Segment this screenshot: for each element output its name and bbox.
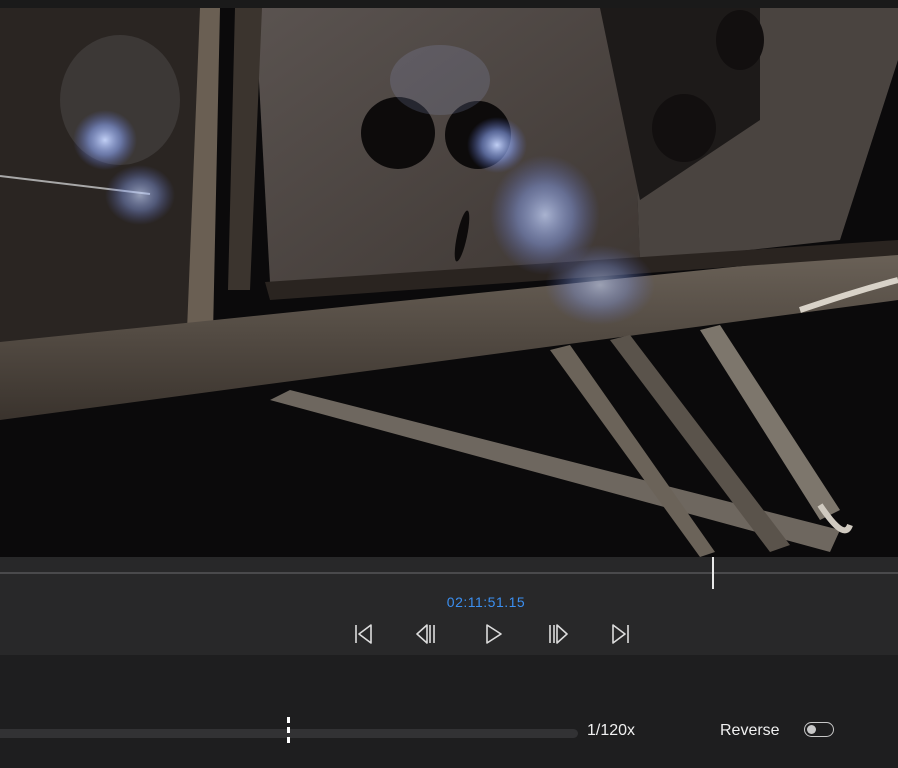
- step-back-button[interactable]: [410, 620, 442, 648]
- toggle-knob: [807, 724, 816, 734]
- playhead[interactable]: [712, 557, 714, 589]
- speed-panel: 1/120x Reverse: [0, 655, 898, 768]
- timeline-scrubber[interactable]: 02:11:51.15: [0, 557, 898, 655]
- skip-to-start-button[interactable]: [347, 620, 379, 648]
- play-icon: [486, 624, 502, 644]
- skip-to-end-icon: [612, 624, 629, 644]
- play-button[interactable]: [477, 620, 509, 648]
- speed-value: 1/120x: [587, 722, 636, 739]
- timecode: 02:11:51.15: [446, 594, 526, 610]
- skip-to-start-icon: [355, 624, 372, 644]
- reverse-label: Reverse: [720, 722, 780, 739]
- video-frame-image: [0, 0, 898, 557]
- speed-slider-thumb[interactable]: [287, 717, 290, 747]
- skip-to-end-button[interactable]: [605, 620, 637, 648]
- video-preview: [0, 0, 898, 557]
- step-forward-icon: [549, 624, 568, 644]
- reverse-toggle[interactable]: [804, 722, 834, 737]
- step-back-icon: [416, 624, 435, 644]
- step-forward-button[interactable]: [542, 620, 574, 648]
- timeline-track[interactable]: [0, 572, 898, 574]
